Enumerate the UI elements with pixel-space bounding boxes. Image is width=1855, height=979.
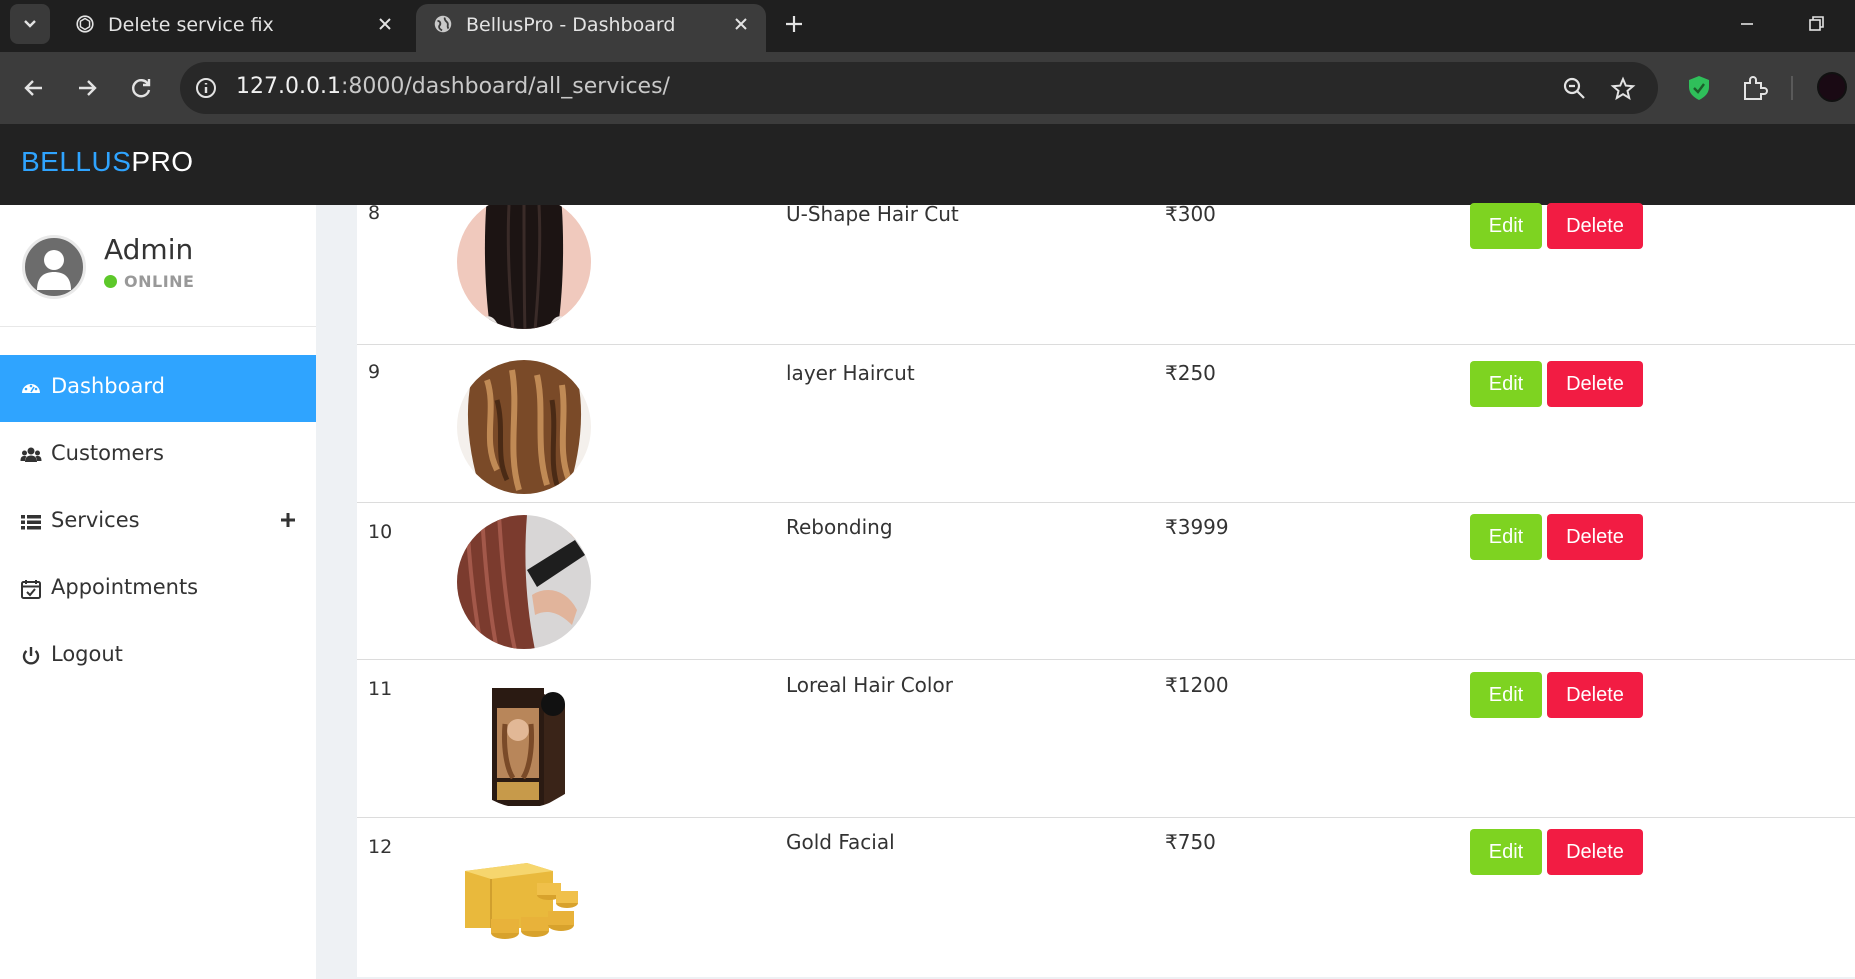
service-name: Loreal Hair Color <box>786 673 953 697</box>
service-name: Rebonding <box>786 515 893 539</box>
sidebar-item-label: Appointments <box>51 575 199 599</box>
sidebar-item-label: Services <box>51 508 140 532</box>
service-price: ₹3999 <box>1165 515 1229 539</box>
reload-icon[interactable] <box>127 74 155 102</box>
table-row: 10 Rebonding ₹3999 Edit Delete <box>357 503 1855 660</box>
service-name: Gold Facial <box>786 830 895 854</box>
service-name: layer Haircut <box>786 361 915 385</box>
browser-tab-bar: Delete service fix BellusPro - Dashboard <box>0 0 1855 52</box>
sidebar: Admin ONLINE Dashboard Customers Service… <box>0 205 316 979</box>
service-price: ₹300 <box>1165 202 1216 226</box>
profile-avatar[interactable] <box>1817 72 1847 102</box>
online-status-text: ONLINE <box>124 272 195 291</box>
service-image-rebonding <box>457 515 591 649</box>
sidebar-item-label: Logout <box>51 642 123 666</box>
sidebar-item-label: Dashboard <box>51 374 165 398</box>
table-row: 11 Loreal Hair Color ₹1200 Edit Delete <box>357 660 1855 818</box>
delete-button[interactable]: Delete <box>1547 514 1643 560</box>
service-image-layer-haircut <box>457 360 591 494</box>
app-header: BELLUSPRO <box>0 124 1855 205</box>
edit-button[interactable]: Edit <box>1470 361 1542 407</box>
service-price: ₹750 <box>1165 830 1216 854</box>
table-row: 12 Gold Facial ₹750 Edit Delete <box>357 818 1855 978</box>
url-host: 127.0.0.1 <box>236 74 341 99</box>
edit-button[interactable]: Edit <box>1470 672 1542 718</box>
tab-title: BellusPro - Dashboard <box>466 14 676 36</box>
service-image-straight-hair <box>457 205 591 329</box>
edit-button[interactable]: Edit <box>1470 829 1542 875</box>
restore-icon[interactable] <box>1806 14 1826 34</box>
tab-search-button[interactable] <box>10 4 50 44</box>
table-row: 9 layer Haircut ₹250 Edit Delete <box>357 345 1855 503</box>
back-arrow-icon[interactable] <box>20 74 48 102</box>
list-icon <box>21 515 41 530</box>
delete-button[interactable]: Delete <box>1547 829 1643 875</box>
chevron-down-icon <box>24 20 36 28</box>
user-silhouette-icon <box>37 250 71 290</box>
site-info-icon[interactable] <box>194 76 218 100</box>
service-id: 12 <box>368 836 393 858</box>
edit-button[interactable]: Edit <box>1470 514 1542 560</box>
address-bar[interactable]: 127.0.0.1:8000/dashboard/all_services/ <box>180 62 1658 114</box>
forward-arrow-icon[interactable] <box>73 74 101 102</box>
service-name: U-Shape Hair Cut <box>786 202 959 226</box>
extensions-puzzle-icon[interactable] <box>1740 74 1768 102</box>
new-tab-icon[interactable] <box>782 12 806 36</box>
sidebar-item-label: Customers <box>51 441 164 465</box>
service-id: 10 <box>368 521 393 543</box>
plus-icon[interactable] <box>279 511 297 529</box>
service-price: ₹250 <box>1165 361 1216 385</box>
tab-belluspro-dashboard[interactable]: BellusPro - Dashboard <box>416 4 766 52</box>
service-image-loreal-hair-color <box>457 674 591 808</box>
service-price: ₹1200 <box>1165 673 1229 697</box>
url-path: :8000/dashboard/all_services/ <box>340 74 670 99</box>
calendar-check-icon <box>21 580 41 599</box>
sidebar-item-dashboard[interactable]: Dashboard <box>0 355 316 422</box>
online-status-dot <box>104 275 117 288</box>
tab-title: Delete service fix <box>108 14 274 36</box>
service-id: 9 <box>368 361 381 383</box>
power-icon <box>22 647 40 665</box>
users-icon <box>20 447 42 462</box>
avatar <box>22 235 86 299</box>
sidebar-item-services[interactable]: Services <box>0 489 316 556</box>
service-id: 11 <box>368 678 393 700</box>
delete-button[interactable]: Delete <box>1547 203 1643 249</box>
globe-icon <box>434 15 452 33</box>
delete-button[interactable]: Delete <box>1547 672 1643 718</box>
user-panel: Admin ONLINE <box>0 205 316 327</box>
browser-toolbar: 127.0.0.1:8000/dashboard/all_services/ <box>0 52 1855 124</box>
brand-part-1: BELLUS <box>21 146 132 177</box>
shield-extension-icon[interactable] <box>1685 74 1713 102</box>
dashboard-icon <box>22 384 40 393</box>
minimize-icon[interactable] <box>1737 14 1757 34</box>
sidebar-item-customers[interactable]: Customers <box>0 422 316 489</box>
table-row: 8 U-Shape Hair Cut ₹300 Edit Delete <box>357 202 1855 345</box>
services-table: 8 U-Shape Hair Cut ₹300 Edit Delete 9 la… <box>357 202 1855 978</box>
service-id: 8 <box>368 202 381 224</box>
url-text[interactable]: 127.0.0.1:8000/dashboard/all_services/ <box>236 74 670 99</box>
brand-part-2: PRO <box>131 146 194 177</box>
zoom-icon[interactable] <box>1562 76 1588 102</box>
bookmark-star-icon[interactable] <box>1610 76 1636 102</box>
brand-logo[interactable]: BELLUSPRO <box>21 146 194 178</box>
edit-button[interactable]: Edit <box>1470 203 1542 249</box>
tab-delete-service-fix[interactable]: Delete service fix <box>58 4 410 52</box>
delete-button[interactable]: Delete <box>1547 361 1643 407</box>
toolbar-separator <box>1791 76 1793 100</box>
sidebar-item-appointments[interactable]: Appointments <box>0 556 316 623</box>
user-name: Admin <box>104 233 194 266</box>
close-tab-icon[interactable] <box>732 15 750 33</box>
close-tab-icon[interactable] <box>376 15 394 33</box>
chatgpt-icon <box>76 15 94 33</box>
service-image-gold-facial <box>457 833 592 968</box>
sidebar-item-logout[interactable]: Logout <box>0 623 316 690</box>
